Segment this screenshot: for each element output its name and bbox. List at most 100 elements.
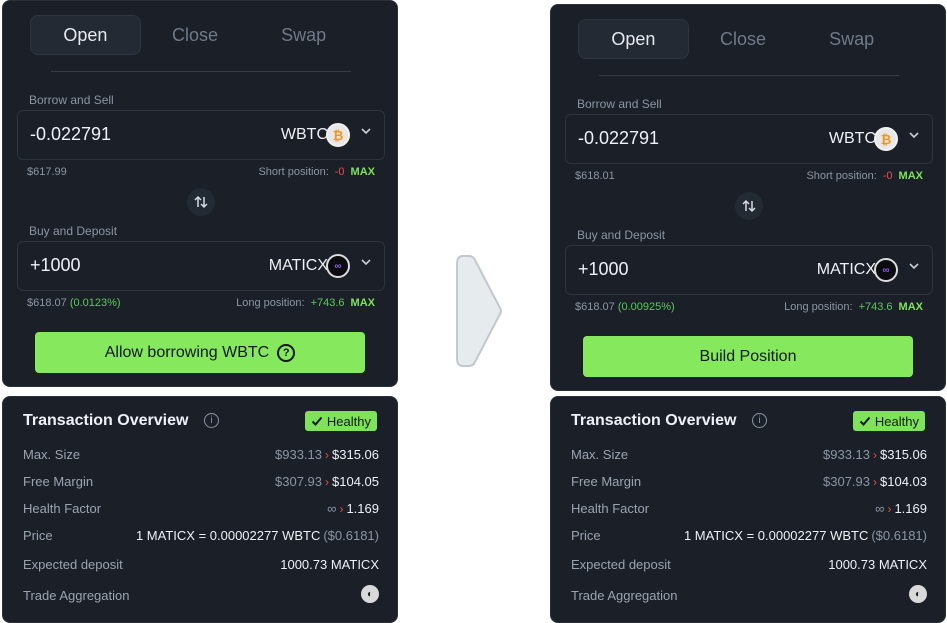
buy-sub-row: $618.07 (0.00925%) Long position: +743.6… bbox=[575, 301, 923, 315]
max-size-label: Max. Size bbox=[571, 447, 629, 462]
action-label: Build Position bbox=[699, 347, 797, 365]
tab-swap[interactable]: Swap bbox=[797, 19, 906, 59]
build-position-button[interactable]: Build Position bbox=[583, 336, 913, 377]
max-size-new: $315.06 bbox=[880, 447, 927, 462]
tab-open[interactable]: Open bbox=[578, 19, 689, 59]
buy-sub-row: $618.07 (0.0123%) Long position: +743.6 … bbox=[27, 297, 375, 311]
borrow-amount-field[interactable]: -0.022791 WBTC ₿ bbox=[565, 114, 933, 164]
aggregator-logo-icon[interactable]: ◐ bbox=[909, 585, 927, 603]
borrow-amount-field[interactable]: -0.022791 WBTC ₿ bbox=[17, 110, 385, 160]
max-button[interactable]: MAX bbox=[899, 170, 923, 182]
trade-aggregation-label: Trade Aggregation bbox=[23, 588, 130, 603]
long-position-value: +743.6 bbox=[310, 297, 345, 309]
chevron-down-icon[interactable] bbox=[360, 125, 372, 137]
transaction-overview-card: Transaction Overview i Healthy Max. Size… bbox=[550, 396, 946, 623]
tab-open[interactable]: Open bbox=[30, 15, 141, 55]
buy-section-label: Buy and Deposit bbox=[577, 228, 666, 242]
short-position-label: Short position: bbox=[258, 166, 329, 178]
buy-price-impact: (0.00925%) bbox=[617, 301, 675, 313]
overview-title: Transaction Overview bbox=[23, 412, 189, 429]
buy-amount-field[interactable]: +1000 MATICX ∞ bbox=[17, 241, 385, 291]
buy-amount-value[interactable]: +1000 bbox=[30, 255, 81, 276]
allow-borrowing-button[interactable]: Allow borrowing WBTC ? bbox=[35, 332, 365, 373]
swap-arrows-icon bbox=[194, 195, 208, 209]
health-factor-old: ∞ bbox=[875, 501, 885, 516]
borrow-amount-value[interactable]: -0.022791 bbox=[30, 124, 111, 145]
free-margin-new: $104.05 bbox=[332, 474, 379, 489]
buy-amount-value[interactable]: +1000 bbox=[578, 259, 629, 280]
check-icon bbox=[311, 416, 323, 426]
chevron-right-icon: › bbox=[887, 501, 892, 516]
left-trade-panel: Open Close Swap Borrow and Sell -0.02279… bbox=[2, 0, 398, 623]
health-factor-label: Health Factor bbox=[571, 501, 650, 516]
maticx-icon: ∞ bbox=[326, 254, 350, 278]
bitcoin-icon: ₿ bbox=[326, 123, 350, 147]
free-margin-old: $307.93 bbox=[823, 474, 870, 489]
trade-tabs: Open Close Swap bbox=[30, 15, 358, 55]
max-button[interactable]: MAX bbox=[899, 301, 923, 313]
borrow-sub-row: $617.99 Short position: -0 MAX bbox=[27, 166, 375, 180]
healthy-badge: Healthy bbox=[852, 411, 925, 431]
free-margin-new: $104.03 bbox=[880, 474, 927, 489]
chevron-right-icon: › bbox=[873, 474, 877, 489]
buy-usd-value: $618.07 bbox=[27, 297, 67, 309]
aggregator-logo-icon[interactable]: ◐ bbox=[361, 585, 379, 603]
chevron-down-icon[interactable] bbox=[908, 129, 920, 141]
trade-tabs: Open Close Swap bbox=[578, 19, 906, 59]
borrow-token-label[interactable]: WBTC bbox=[829, 130, 876, 148]
check-icon bbox=[859, 416, 871, 426]
tab-swap[interactable]: Swap bbox=[249, 15, 358, 55]
transition-arrow-icon bbox=[456, 255, 502, 367]
health-factor-label: Health Factor bbox=[23, 501, 102, 516]
info-icon[interactable]: i bbox=[752, 413, 767, 428]
overview-title: Transaction Overview bbox=[571, 412, 737, 429]
buy-token-label[interactable]: MATICX bbox=[817, 261, 876, 279]
tab-close[interactable]: Close bbox=[689, 19, 798, 59]
chevron-right-icon: › bbox=[339, 501, 344, 516]
swap-direction-button[interactable] bbox=[187, 188, 215, 216]
max-button[interactable]: MAX bbox=[351, 166, 375, 178]
free-margin-label: Free Margin bbox=[571, 474, 642, 489]
trade-aggregation-label: Trade Aggregation bbox=[571, 588, 678, 603]
long-position-label: Long position: bbox=[236, 297, 305, 309]
tab-close[interactable]: Close bbox=[141, 15, 250, 55]
price-usd: ($0.6181) bbox=[323, 528, 379, 543]
long-position-value: +743.6 bbox=[858, 301, 893, 313]
maticx-icon: ∞ bbox=[874, 258, 898, 282]
buy-amount-field[interactable]: +1000 MATICX ∞ bbox=[565, 245, 933, 295]
trade-form-card: Open Close Swap Borrow and Sell -0.02279… bbox=[2, 0, 398, 387]
swap-direction-button[interactable] bbox=[735, 192, 763, 220]
borrow-amount-value[interactable]: -0.022791 bbox=[578, 128, 659, 149]
buy-usd-group: $618.07 (0.0123%) bbox=[27, 297, 121, 309]
swap-arrows-icon bbox=[742, 199, 756, 213]
max-button[interactable]: MAX bbox=[351, 297, 375, 309]
healthy-label: Healthy bbox=[874, 413, 919, 429]
borrow-token-label[interactable]: WBTC bbox=[281, 126, 328, 144]
expected-deposit-label: Expected deposit bbox=[571, 557, 671, 572]
price-value: 1 MATICX = 0.00002277 WBTC bbox=[683, 528, 869, 543]
free-margin-old: $307.93 bbox=[275, 474, 322, 489]
action-label: Allow borrowing WBTC bbox=[104, 343, 270, 361]
borrow-section-label: Borrow and Sell bbox=[577, 97, 662, 111]
price-label: Price bbox=[571, 528, 601, 543]
bitcoin-icon: ₿ bbox=[874, 127, 898, 151]
long-position-label: Long position: bbox=[784, 301, 853, 313]
chevron-right-icon: › bbox=[325, 447, 329, 462]
buy-section-label: Buy and Deposit bbox=[29, 224, 118, 238]
buy-token-label[interactable]: MATICX bbox=[269, 257, 328, 275]
buy-usd-group: $618.07 (0.00925%) bbox=[575, 301, 675, 313]
health-factor-old: ∞ bbox=[327, 501, 337, 516]
chevron-down-icon[interactable] bbox=[908, 260, 920, 272]
price-label: Price bbox=[23, 528, 53, 543]
question-icon[interactable]: ? bbox=[277, 343, 296, 362]
chevron-down-icon[interactable] bbox=[360, 256, 372, 268]
buy-usd-value: $618.07 bbox=[575, 301, 615, 313]
borrow-section-label: Borrow and Sell bbox=[29, 93, 114, 107]
buy-price-impact: (0.0123%) bbox=[69, 297, 121, 309]
short-position-value: -0 bbox=[334, 166, 345, 178]
info-icon[interactable]: i bbox=[204, 413, 219, 428]
chevron-right-icon: › bbox=[325, 474, 329, 489]
tab-divider bbox=[51, 71, 351, 72]
chevron-right-icon: › bbox=[873, 447, 877, 462]
max-size-old: $933.13 bbox=[275, 447, 322, 462]
